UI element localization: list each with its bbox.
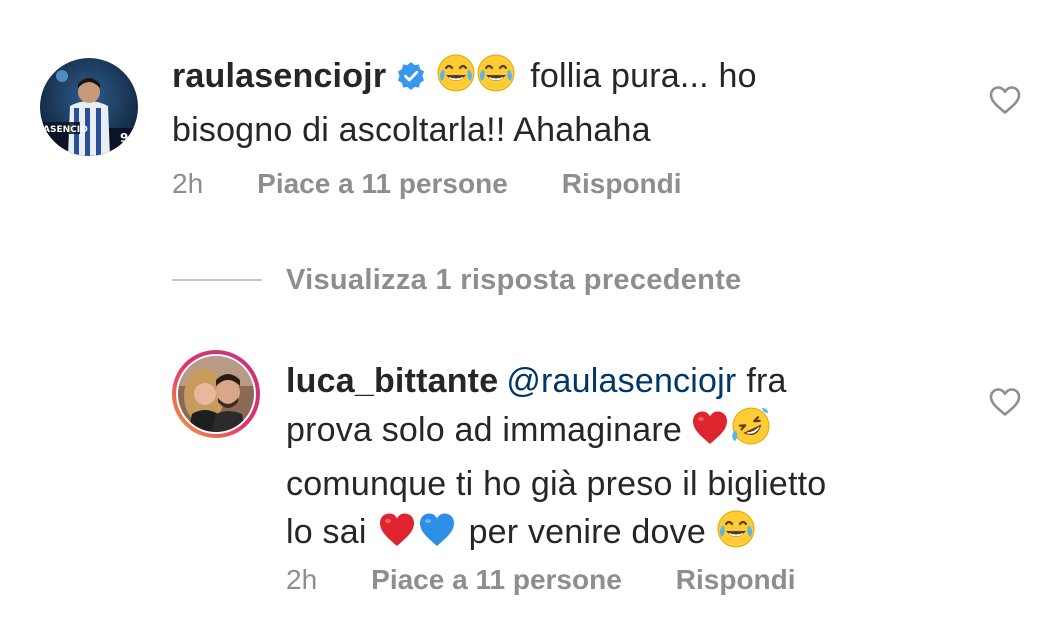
avatar[interactable] — [172, 350, 260, 438]
reply-button[interactable]: Rispondi — [562, 168, 682, 200]
divider — [172, 279, 262, 281]
avatar[interactable]: ASENCIO 9 — [40, 58, 138, 156]
comment-username[interactable]: raulasenciojr — [172, 57, 386, 95]
mention-link[interactable]: @raulasenciojr — [506, 362, 736, 400]
blue-heart-emoji — [417, 511, 457, 562]
comment-text-line: comunque ti ho già preso il biglietto — [286, 465, 827, 503]
verified-badge-icon — [396, 56, 426, 104]
view-previous-replies[interactable]: Visualizza 1 risposta precedente — [172, 256, 742, 304]
view-replies-label[interactable]: Visualizza 1 risposta precedente — [286, 264, 742, 297]
avatar-jersey-number: 9 — [120, 131, 128, 145]
comment-body: raulasenciojr follia pura... ho bisogno d… — [172, 52, 892, 154]
comment-meta: 2h Piace a 11 persone Rispondi — [286, 564, 796, 596]
face-with-tears-of-joy-emoji — [716, 509, 756, 562]
heart-outline-icon[interactable] — [988, 85, 1022, 115]
comment-meta: 2h Piace a 11 persone Rispondi — [172, 168, 682, 200]
likes-count[interactable]: Piace a 11 persone — [371, 564, 622, 596]
comment-timestamp: 2h — [172, 168, 204, 199]
face-with-tears-of-joy-emoji — [476, 53, 516, 106]
avatar-image: ASENCIO 9 — [40, 58, 138, 156]
comment-text: follia pura... ho — [530, 57, 757, 95]
comment-timestamp: 2h — [286, 564, 318, 595]
comment-text: per venire dove — [468, 513, 706, 551]
comment-username[interactable]: luca_bittante — [286, 362, 498, 400]
heart-outline-icon[interactable] — [988, 387, 1022, 417]
red-heart-emoji — [690, 409, 730, 460]
comment-text: fra — [746, 362, 787, 400]
red-heart-emoji — [377, 511, 417, 562]
rolling-on-the-floor-laughing-emoji — [730, 405, 772, 460]
reply-button[interactable]: Rispondi — [676, 564, 796, 596]
avatar-image — [178, 356, 254, 432]
comment-text: lo sai — [286, 513, 367, 551]
face-with-tears-of-joy-emoji — [436, 53, 476, 106]
comment-text-line: bisogno di ascoltarla!! Ahahaha — [172, 111, 651, 149]
comment-text: prova solo ad immaginare — [286, 411, 682, 449]
likes-count[interactable]: Piace a 11 persone — [257, 168, 508, 200]
avatar-jersey-name: ASENCIO — [43, 125, 88, 135]
comment-body: luca_bittante @raulasenciojr fra prova sol… — [286, 357, 1006, 562]
